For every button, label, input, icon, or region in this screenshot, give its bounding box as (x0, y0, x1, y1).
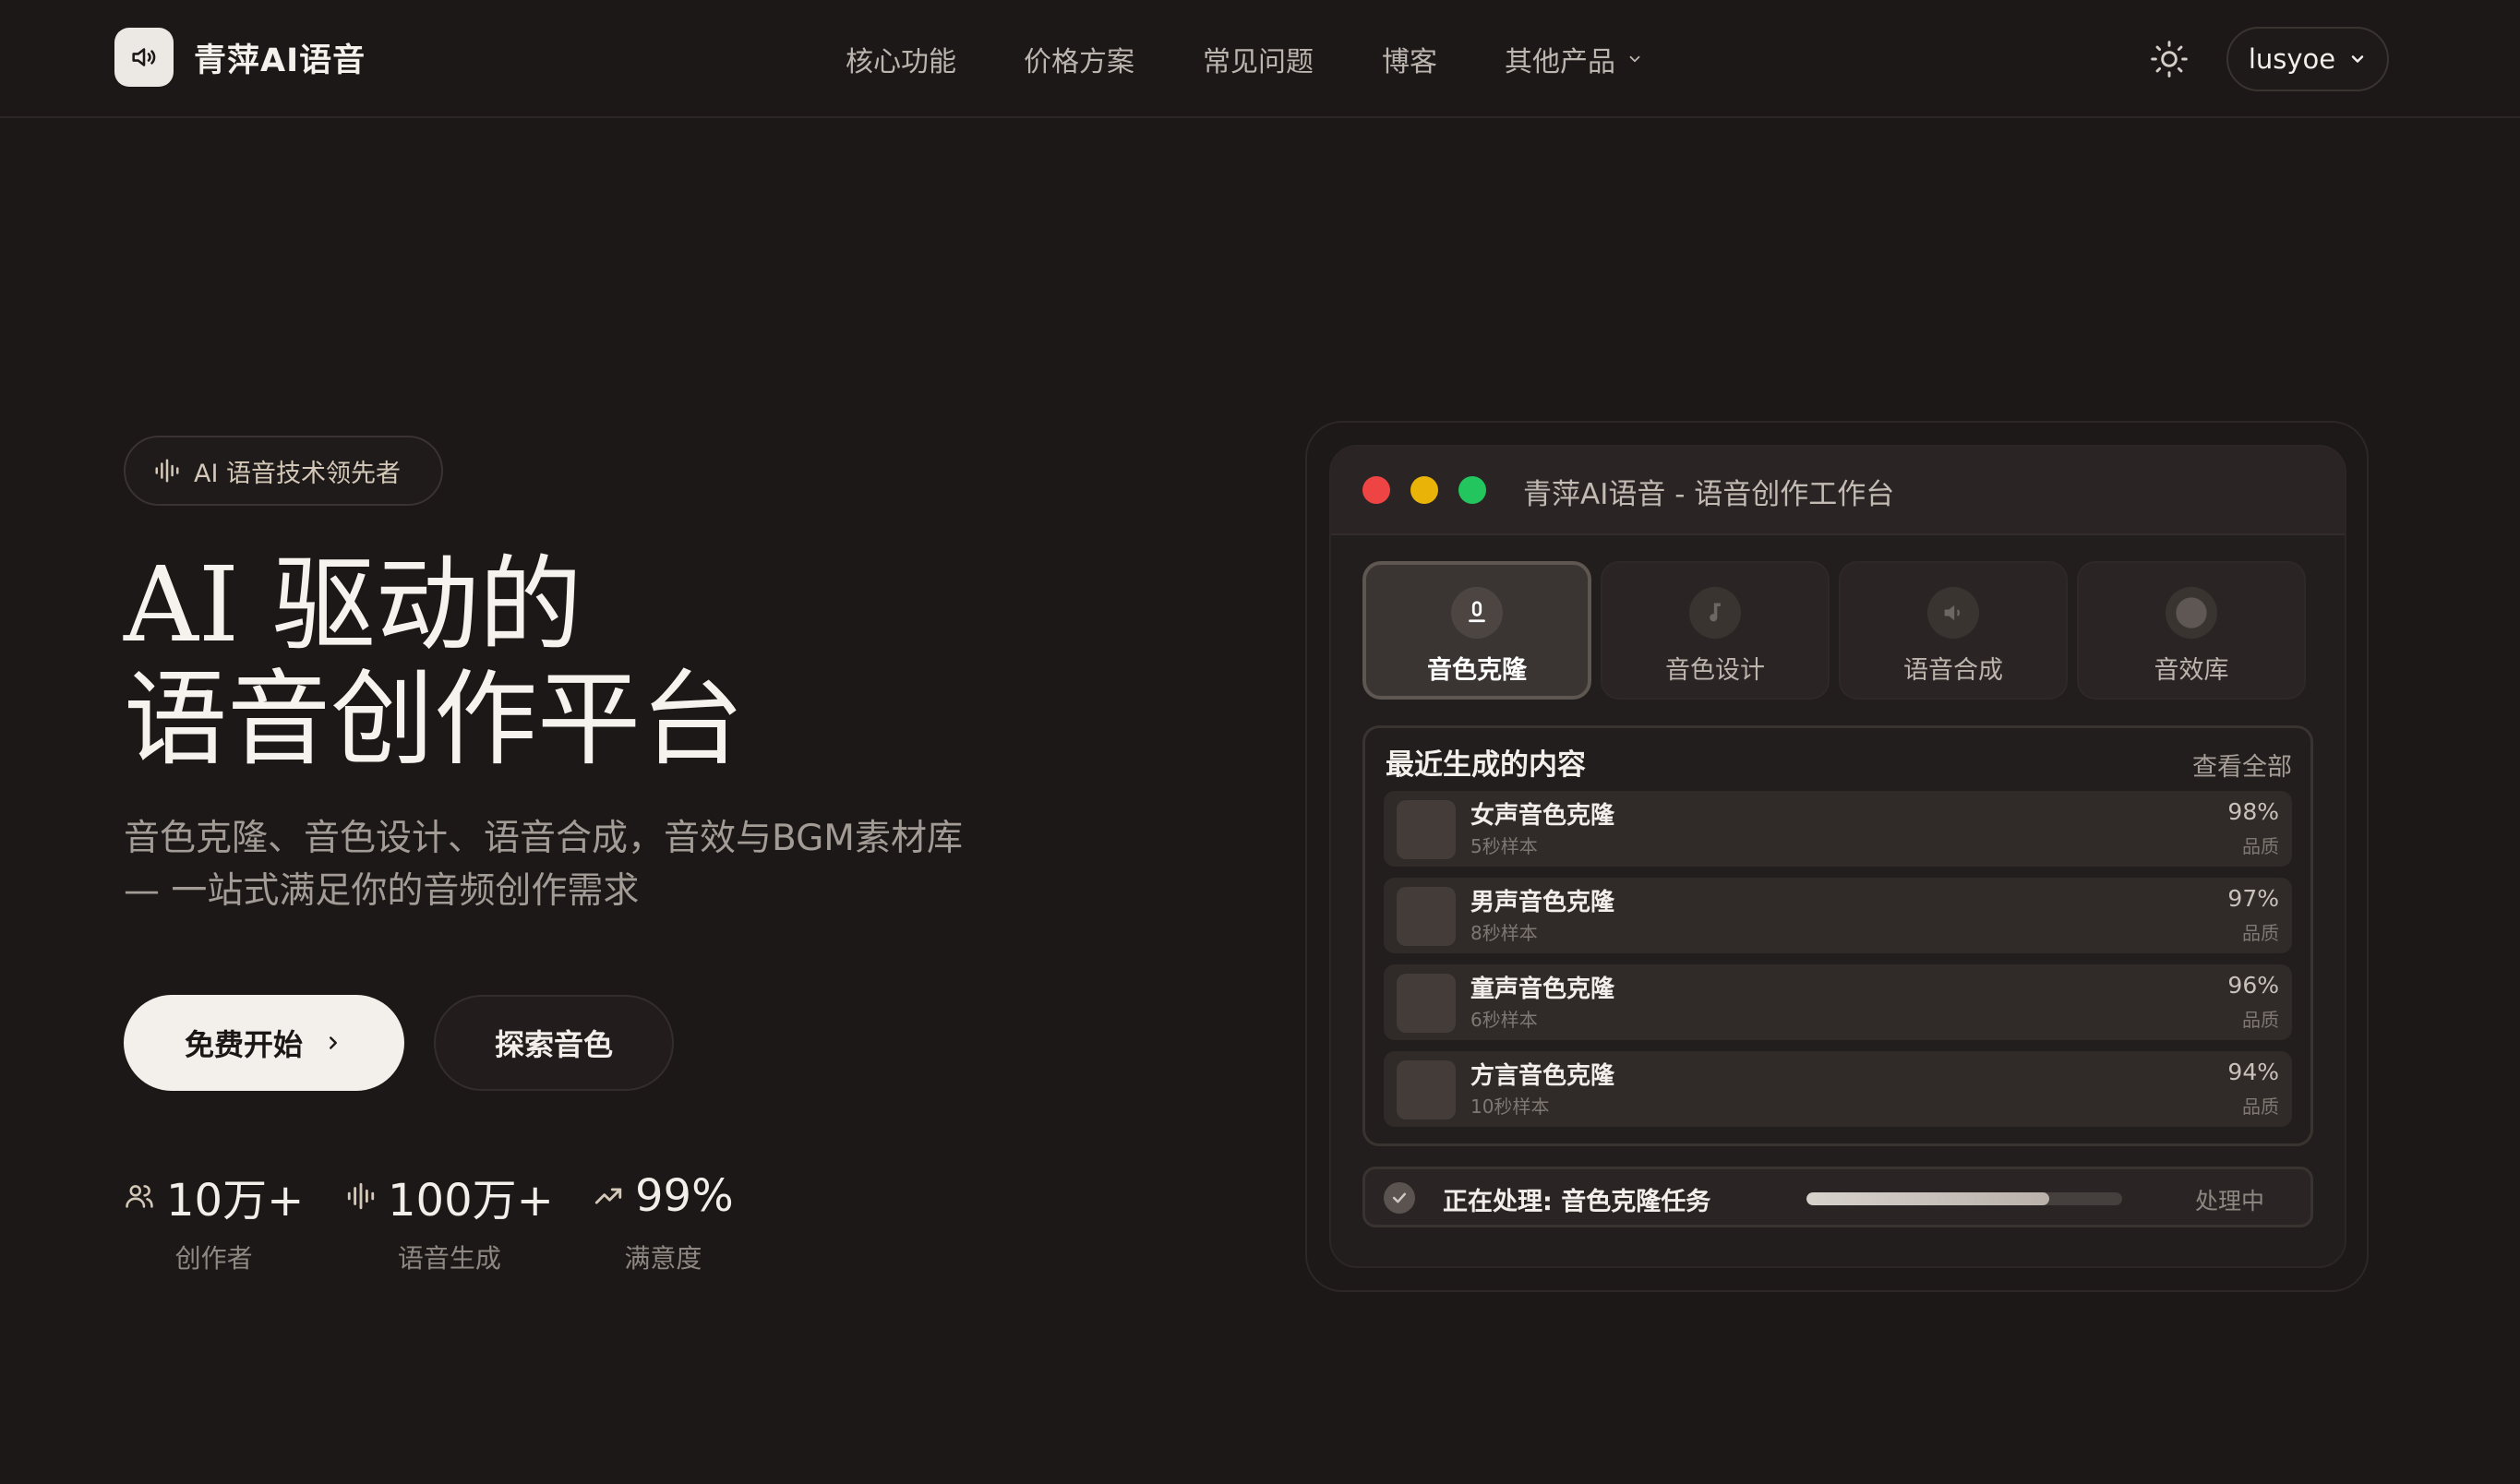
item-quality-label: 品质 (2242, 1095, 2279, 1118)
explore-voices-label: 探索音色 (494, 1027, 613, 1062)
start-free-label: 免费开始 (184, 1027, 303, 1062)
nav-item-features[interactable]: 核心功能 (846, 39, 956, 79)
stat-label: 语音生成 (397, 1243, 501, 1274)
recent-content-panel: 最近生成的内容 查看全部 女声音色克隆 5秒样本 98% 品质 男声音色克隆 8… (1362, 725, 2313, 1146)
stat-generations: 100万+ 语音生成 (345, 1167, 554, 1275)
stat-value: 99% (635, 1170, 734, 1222)
item-meta: 5秒样本 (1470, 835, 1538, 857)
hero-badge: AI 语音技术领先者 (124, 436, 443, 506)
waveform-icon (347, 1182, 375, 1210)
processing-status: 处理中 (2194, 1188, 2264, 1215)
nav-item-label: 核心功能 (846, 46, 956, 78)
window-titlebar: 青萍AI语音 - 语音创作工作台 (1331, 447, 2345, 535)
nav-item-blog[interactable]: 博客 (1382, 39, 1437, 79)
list-item[interactable]: 童声音色克隆 6秒样本 96% 品质 (1384, 964, 2292, 1040)
check-icon (1384, 1182, 1415, 1214)
tab-label: 音效库 (2154, 656, 2229, 685)
progress-fill (1806, 1192, 2050, 1205)
hero-title-line2: 语音创作平台 (124, 660, 744, 780)
hero-subtitle: 音色克隆、音色设计、语音合成，音效与BGM素材库 — 一站式满足你的音频创作需求 (124, 812, 1028, 917)
list-item[interactable]: 方言音色克隆 10秒样本 94% 品质 (1384, 1051, 2292, 1127)
nav-item-label: 价格方案 (1024, 46, 1134, 78)
music-note-icon (1710, 603, 1721, 622)
close-window-dot[interactable] (1362, 476, 1390, 504)
tab-label: 音色设计 (1665, 656, 1765, 685)
item-name: 方言音色克隆 (1470, 1062, 1615, 1090)
item-quality-label: 品质 (2242, 835, 2279, 857)
hero-title-line1: AI 驱动的 (124, 545, 582, 665)
item-quality-percent: 98% (2227, 798, 2279, 825)
item-meta: 8秒样本 (1470, 922, 1538, 944)
nav-item-faq[interactable]: 常见问题 (1203, 39, 1314, 79)
chevron-right-icon (330, 1036, 337, 1049)
nav-item-label: 常见问题 (1203, 46, 1314, 78)
users-icon (126, 1185, 153, 1208)
page: 青萍AI语音 核心功能 价格方案 常见问题 博客 其他产品 lusyoe AI … (0, 0, 2520, 1484)
explore-voices-button[interactable]: 探索音色 (434, 995, 674, 1091)
sun-icon (2151, 41, 2188, 78)
progress-bar (1806, 1192, 2122, 1205)
item-quality-percent: 97% (2227, 885, 2279, 912)
tab-voice-clone[interactable]: 音色克隆 (1362, 561, 1591, 700)
nav-item-other-products[interactable]: 其他产品 (1505, 39, 1643, 79)
item-name: 女声音色克隆 (1470, 802, 1615, 830)
recent-title: 最近生成的内容 (1386, 748, 1586, 782)
brand[interactable]: 青萍AI语音 (114, 28, 366, 87)
speaker-icon (1944, 604, 1961, 621)
tab-speech-synthesis[interactable]: 语音合成 (1839, 561, 2068, 700)
stat-satisfaction: 99% 满意度 (593, 1167, 734, 1275)
hero-badge-text: AI 语音技术领先者 (194, 459, 402, 488)
waveform-icon (155, 459, 179, 483)
audio-thumbnail (1397, 887, 1456, 946)
item-name: 男声音色克隆 (1470, 889, 1615, 916)
tab-label: 语音合成 (1903, 656, 2003, 685)
minimize-window-dot[interactable] (1410, 476, 1438, 504)
window-title: 青萍AI语音 - 语音创作工作台 (1523, 478, 1895, 511)
theme-toggle-button[interactable] (2149, 39, 2190, 79)
stat-creators: 10万+ 创作者 (124, 1167, 304, 1275)
item-meta: 10秒样本 (1470, 1095, 1550, 1118)
microphone-icon (1469, 601, 1485, 623)
tab-label: 音色克隆 (1427, 656, 1527, 685)
processing-status-bar: 正在处理: 音色克隆任务 处理中 (1362, 1167, 2313, 1227)
list-item[interactable]: 男声音色克隆 8秒样本 97% 品质 (1384, 878, 2292, 953)
audio-thumbnail (1397, 800, 1456, 859)
speaker-logo-icon (114, 28, 174, 87)
tab-voice-design[interactable]: 音色设计 (1601, 561, 1830, 700)
audio-thumbnail (1397, 974, 1456, 1033)
chevron-down-icon (1629, 55, 1640, 63)
item-name: 童声音色克隆 (1470, 975, 1615, 1003)
trend-up-icon (594, 1188, 622, 1204)
audio-thumbnail (1397, 1060, 1456, 1119)
item-quality-label: 品质 (2242, 1009, 2279, 1031)
item-quality-label: 品质 (2242, 922, 2279, 944)
item-quality-percent: 94% (2227, 1059, 2279, 1085)
nav-item-label: 其他产品 (1505, 46, 1615, 78)
stat-label: 满意度 (624, 1243, 702, 1274)
item-meta: 6秒样本 (1470, 1009, 1538, 1031)
workspace-window: 青萍AI语音 - 语音创作工作台 音色克隆 音色设计 语音合成 音效库 最近生成… (1329, 445, 2346, 1268)
start-free-button[interactable]: 免费开始 (124, 995, 404, 1091)
view-all-link[interactable]: 查看全部 (2192, 747, 2292, 783)
hero-subtitle-line2: — 一站式满足你的音频创作需求 (124, 870, 640, 912)
user-menu-button[interactable]: lusyoe (2226, 27, 2389, 91)
tab-sound-effects[interactable]: 音效库 (2077, 561, 2306, 700)
hero-subtitle-line1: 音色克隆、音色设计、语音合成，音效与BGM素材库 (124, 818, 963, 859)
item-quality-percent: 96% (2227, 972, 2279, 999)
circle-icon (2176, 597, 2207, 628)
hero-title: AI 驱动的 语音创作平台 (124, 548, 744, 777)
stat-label: 创作者 (174, 1243, 253, 1274)
top-navbar: 青萍AI语音 核心功能 价格方案 常见问题 博客 其他产品 lusyoe (0, 0, 2520, 118)
nav-item-pricing[interactable]: 价格方案 (1024, 39, 1134, 79)
user-name: lusyoe (2248, 43, 2336, 75)
stat-value: 10万+ (166, 1175, 305, 1227)
brand-name: 青萍AI语音 (194, 42, 366, 79)
processing-text: 正在处理: 音色克隆任务 (1443, 1188, 1711, 1216)
nav-item-label: 博客 (1382, 46, 1437, 78)
stat-value: 100万+ (388, 1175, 554, 1227)
list-item[interactable]: 女声音色克隆 5秒样本 98% 品质 (1384, 791, 2292, 867)
maximize-window-dot[interactable] (1458, 476, 1486, 504)
chevron-down-icon (2351, 55, 2364, 63)
